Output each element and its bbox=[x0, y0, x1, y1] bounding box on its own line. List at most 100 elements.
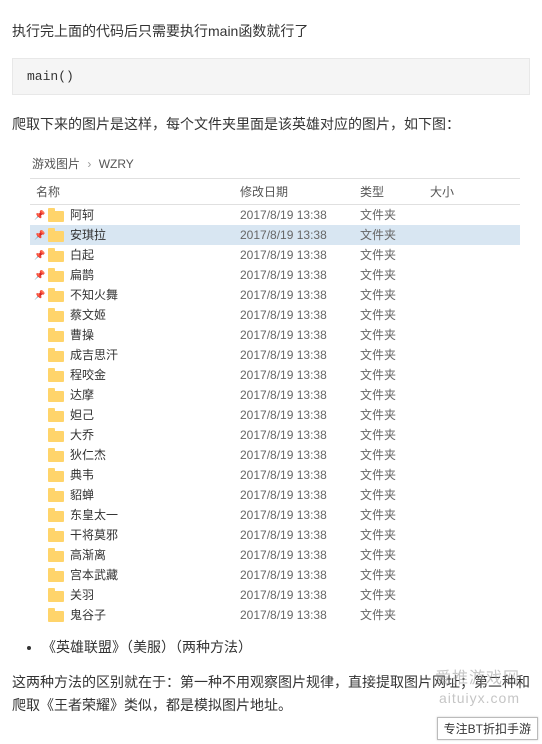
date-cell: 2017/8/19 13:38 bbox=[240, 605, 360, 625]
table-row[interactable]: 达摩2017/8/19 13:38文件夹 bbox=[30, 385, 520, 405]
name-cell: 妲己 bbox=[30, 405, 240, 425]
type-cell: 文件夹 bbox=[360, 345, 430, 365]
corner-ad[interactable]: 专注BT折扣手游 bbox=[437, 717, 538, 740]
table-row[interactable]: 蔡文姬2017/8/19 13:38文件夹 bbox=[30, 305, 520, 325]
type-cell: 文件夹 bbox=[360, 565, 430, 585]
col-header-size[interactable]: 大小 bbox=[430, 183, 490, 200]
folder-name: 妲己 bbox=[70, 405, 94, 425]
table-body: 📌阿轲2017/8/19 13:38文件夹📌安琪拉2017/8/19 13:38… bbox=[30, 205, 520, 625]
folder-icon bbox=[48, 508, 64, 522]
type-cell: 文件夹 bbox=[360, 505, 430, 525]
folder-name: 典韦 bbox=[70, 465, 94, 485]
folder-name: 达摩 bbox=[70, 385, 94, 405]
name-cell: 📌扁鹊 bbox=[30, 265, 240, 285]
date-cell: 2017/8/19 13:38 bbox=[240, 545, 360, 565]
folder-icon bbox=[48, 448, 64, 462]
folder-name: 鬼谷子 bbox=[70, 605, 106, 625]
list-item: 《英雄联盟》（美服）（两种方法） bbox=[42, 637, 530, 657]
col-header-type[interactable]: 类型 bbox=[360, 183, 430, 200]
pin-icon: 📌 bbox=[34, 205, 46, 225]
name-cell: 貂蝉 bbox=[30, 485, 240, 505]
folder-name: 干将莫邪 bbox=[70, 525, 118, 545]
table-row[interactable]: 鬼谷子 2017/8/19 13:38文件夹 bbox=[30, 605, 520, 625]
table-row[interactable]: 曹操2017/8/19 13:38文件夹 bbox=[30, 325, 520, 345]
table-row[interactable]: 狄仁杰2017/8/19 13:38文件夹 bbox=[30, 445, 520, 465]
table-row[interactable]: 妲己2017/8/19 13:38文件夹 bbox=[30, 405, 520, 425]
folder-name: 不知火舞 bbox=[70, 285, 118, 305]
name-cell: 📌不知火舞 bbox=[30, 285, 240, 305]
folder-name: 曹操 bbox=[70, 325, 94, 345]
type-cell: 文件夹 bbox=[360, 245, 430, 265]
pin-icon: 📌 bbox=[34, 265, 46, 285]
date-cell: 2017/8/19 13:38 bbox=[240, 565, 360, 585]
folder-icon bbox=[48, 288, 64, 302]
table-header: 名称 修改日期 类型 大小 bbox=[30, 178, 520, 205]
table-row[interactable]: 宫本武藏2017/8/19 13:38文件夹 bbox=[30, 565, 520, 585]
name-cell: 📌白起 bbox=[30, 245, 240, 265]
date-cell: 2017/8/19 13:38 bbox=[240, 485, 360, 505]
date-cell: 2017/8/19 13:38 bbox=[240, 405, 360, 425]
table-row[interactable]: 干将莫邪 2017/8/19 13:38文件夹 bbox=[30, 525, 520, 545]
type-cell: 文件夹 bbox=[360, 305, 430, 325]
folder-icon bbox=[48, 328, 64, 342]
name-cell: 达摩 bbox=[30, 385, 240, 405]
date-cell: 2017/8/19 13:38 bbox=[240, 525, 360, 545]
table-row[interactable]: 📌扁鹊2017/8/19 13:38文件夹 bbox=[30, 265, 520, 285]
table-row[interactable]: 成吉思汗2017/8/19 13:38文件夹 bbox=[30, 345, 520, 365]
folder-icon bbox=[48, 548, 64, 562]
folder-icon bbox=[48, 248, 64, 262]
chevron-right-icon: › bbox=[87, 157, 91, 171]
name-cell: 📌阿轲 bbox=[30, 205, 240, 225]
name-cell: 关羽 bbox=[30, 585, 240, 605]
code-block: main() bbox=[12, 58, 530, 95]
folder-icon bbox=[48, 568, 64, 582]
name-cell: 典韦 bbox=[30, 465, 240, 485]
date-cell: 2017/8/19 13:38 bbox=[240, 205, 360, 225]
table-row[interactable]: 关羽2017/8/19 13:38文件夹 bbox=[30, 585, 520, 605]
folder-name: 安琪拉 bbox=[70, 225, 106, 245]
table-row[interactable]: 📌白起2017/8/19 13:38文件夹 bbox=[30, 245, 520, 265]
name-cell: 东皇太一 bbox=[30, 505, 240, 525]
table-row[interactable]: 📌阿轲2017/8/19 13:38文件夹 bbox=[30, 205, 520, 225]
date-cell: 2017/8/19 13:38 bbox=[240, 245, 360, 265]
table-row[interactable]: 大乔2017/8/19 13:38文件夹 bbox=[30, 425, 520, 445]
date-cell: 2017/8/19 13:38 bbox=[240, 365, 360, 385]
name-cell: 狄仁杰 bbox=[30, 445, 240, 465]
bullet-list: 《英雄联盟》（美服）（两种方法） bbox=[42, 637, 530, 657]
folder-name: 成吉思汗 bbox=[70, 345, 118, 365]
table-row[interactable]: 📌不知火舞2017/8/19 13:38文件夹 bbox=[30, 285, 520, 305]
table-row[interactable]: 东皇太一2017/8/19 13:38文件夹 bbox=[30, 505, 520, 525]
folder-name: 东皇太一 bbox=[70, 505, 118, 525]
folder-icon bbox=[48, 488, 64, 502]
folder-icon bbox=[48, 268, 64, 282]
name-cell: 程咬金 bbox=[30, 365, 240, 385]
type-cell: 文件夹 bbox=[360, 605, 430, 625]
col-header-name[interactable]: 名称 bbox=[30, 183, 240, 200]
type-cell: 文件夹 bbox=[360, 525, 430, 545]
closing-text: 这两种方法的区别就在于：第一种不用观察图片规律，直接提取图片网址；第二种和爬取《… bbox=[12, 671, 530, 719]
folder-icon bbox=[48, 528, 64, 542]
table-row[interactable]: 貂蝉2017/8/19 13:38文件夹 bbox=[30, 485, 520, 505]
table-row[interactable]: 典韦2017/8/19 13:38文件夹 bbox=[30, 465, 520, 485]
folder-icon bbox=[48, 608, 64, 622]
type-cell: 文件夹 bbox=[360, 205, 430, 225]
table-row[interactable]: 程咬金2017/8/19 13:38文件夹 bbox=[30, 365, 520, 385]
breadcrumb[interactable]: 游戏图片 › WZRY bbox=[30, 151, 520, 178]
date-cell: 2017/8/19 13:38 bbox=[240, 385, 360, 405]
breadcrumb-current[interactable]: WZRY bbox=[99, 157, 134, 171]
breadcrumb-parent[interactable]: 游戏图片 bbox=[32, 157, 80, 171]
type-cell: 文件夹 bbox=[360, 485, 430, 505]
table-row[interactable]: 高渐离 2017/8/19 13:38文件夹 bbox=[30, 545, 520, 565]
name-cell: 📌安琪拉 bbox=[30, 225, 240, 245]
folder-name: 高渐离 bbox=[70, 545, 106, 565]
folder-name: 程咬金 bbox=[70, 365, 106, 385]
type-cell: 文件夹 bbox=[360, 585, 430, 605]
folder-icon bbox=[48, 208, 64, 222]
table-row[interactable]: 📌安琪拉2017/8/19 13:38文件夹 bbox=[30, 225, 520, 245]
folder-icon bbox=[48, 308, 64, 322]
intro-text-2: 爬取下来的图片是这样，每个文件夹里面是该英雄对应的图片，如下图： bbox=[12, 113, 530, 137]
col-header-date[interactable]: 修改日期 bbox=[240, 183, 360, 200]
date-cell: 2017/8/19 13:38 bbox=[240, 305, 360, 325]
folder-icon bbox=[48, 368, 64, 382]
type-cell: 文件夹 bbox=[360, 545, 430, 565]
